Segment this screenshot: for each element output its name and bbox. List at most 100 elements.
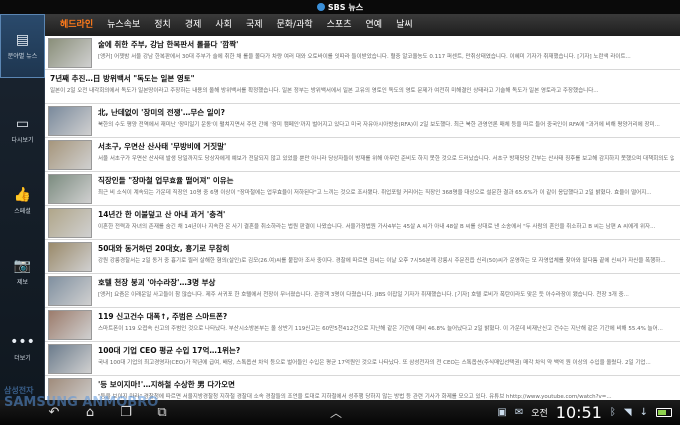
sidebar-item-label: 더보기 [14,354,31,362]
back-icon[interactable]: ↶ [40,405,68,420]
sbs-logo-icon [316,3,325,11]
article-snippet: 강원 강릉경찰서는 2일 동거 중 흉기로 찔러 살해한 혐의(살인)로 김모(… [98,258,666,264]
bluetooth-icon: ᛒ [609,407,616,418]
tab-8[interactable]: 연예 [359,14,390,36]
article-thumbnail [48,276,92,306]
home-icon[interactable]: ⌂ [76,405,104,420]
clock-time: 10:51 [555,403,602,422]
article-snippet: 스마트폰이 119 오접속 신고의 주범인 것으로 나타났다. 부산시소방본부는… [98,326,663,332]
sidebar-item-label: 분야별 뉴스 [7,52,38,60]
tab-5[interactable]: 국제 [239,14,270,36]
list-item[interactable]: 119 신고건수 대폭↑, 주범은 스마트폰? 스마트폰이 119 오접속 신고의… [45,308,680,342]
article-snippet: 북한의 수도 평양 전역에서 재미난 '장미일기 운동'이 펼쳐지면서 주민 간… [98,122,660,128]
sidebar-item-label: 제보 [16,278,29,286]
article-title: 호텔 천장 붕괴 '아수라장'…3명 부상 [98,278,216,287]
tab-4[interactable]: 사회 [208,14,239,36]
article-text: 北, 난데없이 '장미의 전쟁'…무슨 일이? 북한의 수도 평양 전역에서 재미… [98,106,674,135]
news-list[interactable]: 술에 취한 주부, 강남 한복판서 롤플다 '깜짝' [앵커] 어젯밤 서울 강남… [45,36,680,400]
article-title: 北, 난데없이 '장미의 전쟁'…무슨 일이? [98,108,225,117]
sidebar-item-0[interactable]: ▤ 분야별 뉴스 [0,14,45,78]
app-header: SBS 뉴스 [0,0,680,14]
article-snippet: 일본이 2일 오전 내각회의에서 독도가 일본땅이라고 주장하는 내용의 올해 … [50,88,599,94]
list-item[interactable]: 北, 난데없이 '장미의 전쟁'…무슨 일이? 북한의 수도 평양 전역에서 재미… [45,104,680,138]
download-icon: ↓ [639,407,648,418]
status-area[interactable]: ▣ ✉ 오전 10:51 ᛒ ◥ ↓ [497,400,672,425]
wifi-icon: ◥ [623,407,632,418]
more-icon: ••• [10,333,35,350]
article-title: 100대 기업 CEO 평균 수입 17억…1위는? [98,346,241,355]
sidebar-item-label: 다시보기 [11,136,34,144]
article-thumbnail [48,174,92,204]
list-item[interactable]: 7년째 추진…日 방위백서 "독도는 일본 영토" 일본이 2일 오전 내각회의에… [45,70,680,104]
list-item[interactable]: 100대 기업 CEO 평균 수입 17억…1위는? 국내 100대 기업의 최고… [45,342,680,376]
article-text: 서초구, 우면산 산사태 '무방비에 거짓말' 서울 서초구가 우면산 산사태 발… [98,140,674,169]
list-item[interactable]: 50대와 동거하던 20대女, 흉기로 무참히강원 강릉경찰서는 2일 동거 중… [45,240,680,274]
tab-2[interactable]: 정치 [147,14,178,36]
mail-icon: ✉ [514,407,524,418]
system-navbar: ↶ ⌂ ❐ ⧉ ︿ ▣ ✉ 오전 10:51 ᛒ ◥ ↓ [0,400,680,425]
list-item[interactable]: 직장인들 "장마철 업무효율 떨어져" 이유는최근 비 소식이 계속되는 가운데… [45,172,680,206]
article-text: 50대와 동거하던 20대女, 흉기로 무참히강원 강릉경찰서는 2일 동거 중… [98,242,674,271]
article-title: 119 신고건수 대폭↑, 주범은 스마트폰? [98,312,228,321]
article-snippet: 국내 100대 기업의 최고경영자(CEO)가 작년에 급여, 배당, 스톡옵션… [98,360,651,366]
sidebar-item-label: 스페셜 [14,207,31,215]
news-list-icon: ▤ [15,31,30,48]
list-item[interactable]: 서초구, 우면산 산사태 '무방비에 거짓말' 서울 서초구가 우면산 산사태 발… [45,138,680,172]
article-thumbnail [48,140,92,170]
list-item[interactable]: 호텔 천장 붕괴 '아수라장'…3명 부상 [앵커] 요즘은 이래운일 사고들이 … [45,274,680,308]
article-thumbnail [48,242,92,272]
recent-apps-icon[interactable]: ❐ [112,405,140,420]
list-item[interactable]: 술에 취한 주부, 강남 한복판서 롤플다 '깜짝' [앵커] 어젯밤 서울 강남… [45,36,680,70]
app-title: SBS 뉴스 [327,2,364,12]
article-snippet: 이혼한 전력과 자녀의 존재를 숨긴 채 14년이나 지속한 온 사기 결혼을 … [98,224,656,230]
article-snippet: 최근 비 소식이 계속되는 가운데 직장인 10명 중 6명 이상이 "장마철에… [98,190,652,196]
list-item[interactable]: 14년간 한 이불덮고 산 아내 과거 '충격' 이혼한 전력과 자녀의 존재를 … [45,206,680,240]
article-text: 호텔 천장 붕괴 '아수라장'…3명 부상 [앵커] 요즘은 이래운일 사고들이 … [98,276,674,305]
article-thumbnail [48,344,92,374]
app-logo: SBS 뉴스 [316,2,364,13]
article-text: 술에 취한 주부, 강남 한복판서 롤플다 '깜짝' [앵커] 어젯밤 서울 강남… [98,38,674,67]
article-text: 직장인들 "장마철 업무효율 떨어져" 이유는최근 비 소식이 계속되는 가운데… [98,174,674,203]
list-item[interactable]: '등 보이지마!'…지하철 수상한 男 다가오면 "등을 보이지 마라" 경찰청에… [45,376,680,400]
article-title: 서초구, 우면산 산사태 '무방비에 거짓말' [98,142,227,151]
article-title: '등 보이지마!'…지하철 수상한 男 다가오면 [98,380,235,389]
article-snippet: 서울 서초구가 우면산 산사태 발생 당일까지도 당상자에게 예보가 전달되지 … [98,156,674,162]
article-title: 7년째 추진…日 방위백서 "독도는 일본 영토" [50,74,195,83]
sidebar-item-3[interactable]: 📷 제보 [0,240,45,304]
article-title: 14년간 한 이불덮고 산 아내 과거 '충격' [98,210,226,219]
article-snippet: [앵커] 요즘은 이래운일 사고들이 참 많습니다. 제주 서귀포 한 호텔에서… [98,292,629,298]
article-text: '등 보이지마!'…지하철 수상한 男 다가오면 "등을 보이지 마라" 경찰청에… [98,378,674,400]
sidebar: ▤ 분야별 뉴스 ▭ 다시보기 👍 스페셜 📷 제보 ••• 더보기 [0,14,45,400]
sidebar-item-4[interactable]: ••• 더보기 [0,316,45,380]
article-thumbnail [48,208,92,238]
tab-7[interactable]: 스포츠 [320,14,359,36]
article-thumbnail [48,106,92,136]
tv-icon: ▭ [15,115,30,132]
chevron-up-icon[interactable]: ︿ [330,404,342,421]
category-tabbar: 헤드라인 뉴스속보 정치 경제 사회 국제 문화/과학 스포츠 연예 날씨 [45,14,680,36]
tab-9[interactable]: 날씨 [389,14,420,36]
tab-6[interactable]: 문화/과학 [270,14,320,36]
article-snippet: [앵커] 어젯밤 서울 강남 한복판에서 30대 주부가 술에 취한 채 롤을 … [98,54,631,60]
article-text: 119 신고건수 대폭↑, 주범은 스마트폰? 스마트폰이 119 오접속 신고의… [98,310,674,339]
tab-0[interactable]: 헤드라인 [53,14,100,36]
thumbs-up-icon: 👍 [13,186,32,203]
article-text: 100대 기업 CEO 평균 수입 17억…1위는? 국내 100대 기업의 최고… [98,344,674,373]
sidebar-item-1[interactable]: ▭ 다시보기 [0,98,45,162]
article-title: 직장인들 "장마철 업무효율 떨어져" 이유는 [98,176,234,185]
tab-1[interactable]: 뉴스속보 [100,14,147,36]
article-text: 7년째 추진…日 방위백서 "독도는 일본 영토" 일본이 2일 오전 내각회의에… [48,72,674,101]
battery-icon [656,408,672,417]
article-thumbnail [48,310,92,340]
article-snippet: "등을 보이지 마라" 경찰청에 따르면 서울지방경찰청 지하철 경찰대 소속 … [98,394,612,400]
clock-ampm: 오전 [531,409,548,419]
article-thumbnail [48,38,92,68]
screenshot-icon[interactable]: ⧉ [148,405,176,420]
camera-icon: 📷 [13,257,32,274]
article-thumbnail [48,378,92,400]
gallery-icon: ▣ [497,407,507,418]
article-title: 50대와 동거하던 20대女, 흉기로 무참히 [98,244,230,253]
tab-3[interactable]: 경제 [178,14,209,36]
sidebar-item-2[interactable]: 👍 스페셜 [0,169,45,233]
article-text: 14년간 한 이불덮고 산 아내 과거 '충격' 이혼한 전력과 자녀의 존재를 … [98,208,674,237]
